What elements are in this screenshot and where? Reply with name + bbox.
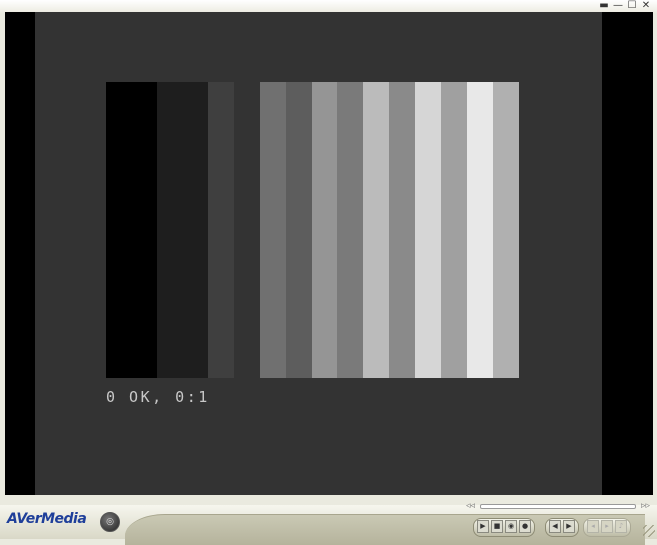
channel-down-button[interactable]: ◂ (587, 520, 599, 533)
stop-button[interactable]: ■ (491, 520, 503, 533)
test-bar-13 (467, 82, 494, 378)
test-bar-6 (285, 82, 312, 378)
maximize-button[interactable]: ☐ (627, 1, 637, 11)
next-button[interactable]: ▶ (563, 520, 575, 533)
menu-button[interactable]: ◎ (100, 512, 120, 532)
rewind-icon[interactable]: ◃◃ (466, 500, 475, 512)
video-status-text: 0 OK, 0:1 (106, 388, 210, 406)
resize-grip[interactable] (643, 525, 655, 537)
avermedia-logo: AVerMedia (7, 511, 87, 527)
audio-button[interactable]: ♪ (615, 520, 627, 533)
navigation-controls: ◀ ▶ (545, 518, 579, 537)
channel-up-button[interactable]: ▸ (601, 520, 613, 533)
test-pattern-bars (106, 82, 519, 378)
fast-forward-icon[interactable]: ▹▹ (641, 500, 650, 512)
test-bar-1 (106, 82, 157, 378)
playback-controls: ▶ ■ ◉ ● (473, 518, 535, 537)
play-button[interactable]: ▶ (477, 520, 489, 533)
channel-controls: ◂ ▸ ♪ (583, 518, 631, 537)
video-frame: 0 OK, 0:1 (5, 12, 653, 495)
minimize-button[interactable]: — (613, 1, 623, 11)
window-controls: ▬ — ☐ ✕ (599, 1, 651, 11)
test-bar-3 (207, 82, 234, 378)
previous-button[interactable]: ◀ (549, 520, 561, 533)
close-button[interactable]: ✕ (641, 1, 651, 11)
test-bar-11 (415, 82, 442, 378)
test-bar-2 (156, 82, 208, 378)
test-bar-8 (337, 82, 364, 378)
test-bar-14 (493, 82, 519, 378)
test-bar-10 (389, 82, 416, 378)
record-mark-button[interactable]: ● (519, 520, 531, 533)
test-bar-4 (233, 82, 260, 378)
record-button[interactable]: ◉ (505, 520, 517, 533)
video-picture[interactable]: 0 OK, 0:1 (35, 12, 602, 495)
compact-mode-button[interactable]: ▬ (599, 1, 609, 11)
menu-icon: ◎ (106, 516, 114, 527)
test-bar-7 (311, 82, 338, 378)
seek-track[interactable] (480, 504, 636, 509)
test-bar-9 (363, 82, 390, 378)
seek-bar[interactable]: ◃◃ ▹▹ (466, 500, 650, 512)
test-bar-5 (259, 82, 286, 378)
test-bar-12 (441, 82, 468, 378)
